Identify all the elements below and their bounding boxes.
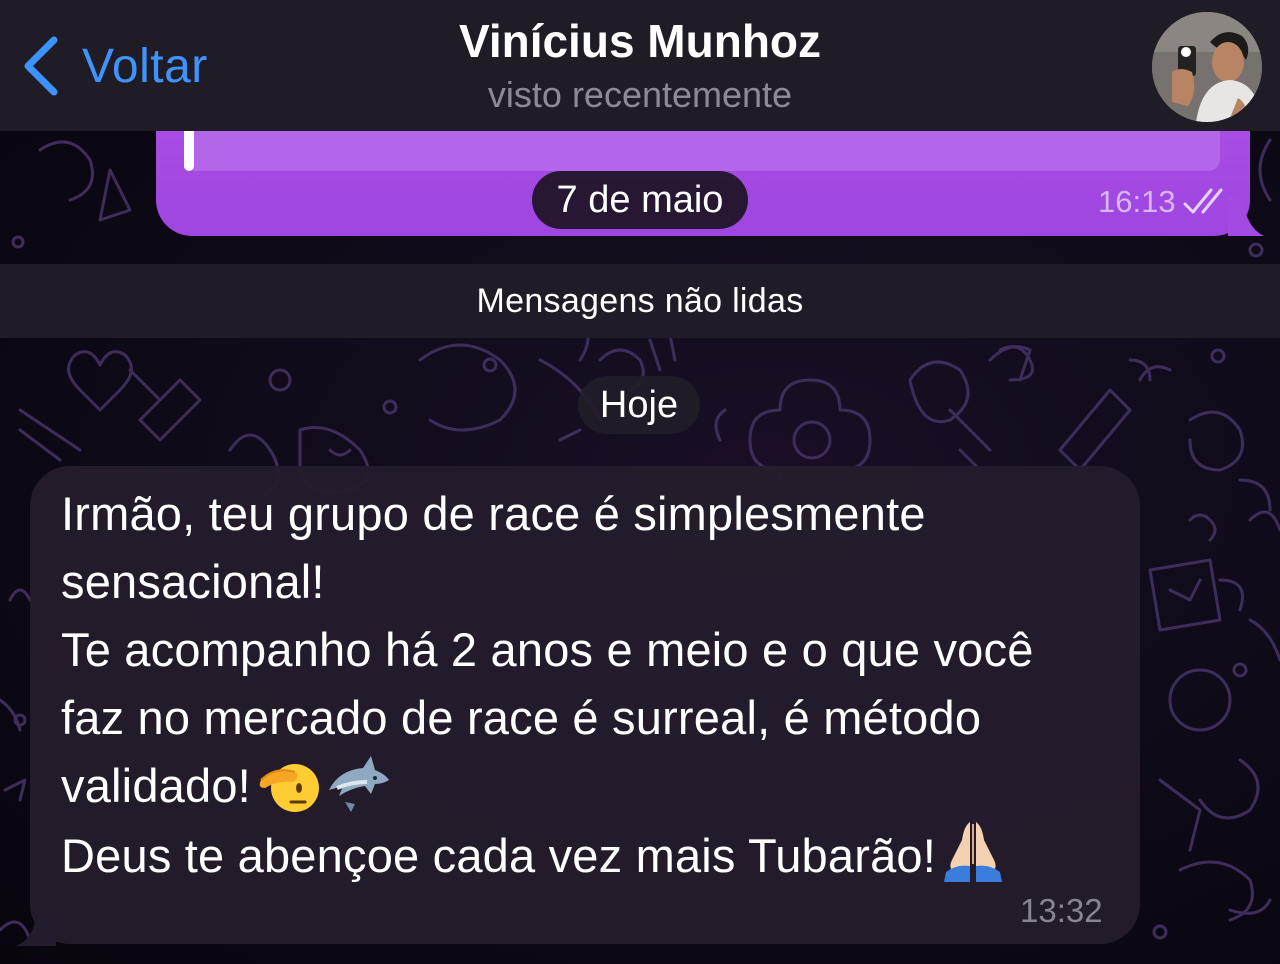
message-line-with-emoji: Deus te abençoe cada vez mais Tubarão! [61, 820, 1121, 890]
incoming-message-text: Irmão, teu grupo de race é simplesmente … [61, 480, 1121, 890]
back-button[interactable]: Voltar [20, 28, 208, 104]
saluting-face-emoji-icon [259, 764, 319, 812]
outgoing-message-time: 16:13 [1098, 184, 1176, 219]
message-line-with-emoji: validado! [61, 752, 1121, 820]
message-line: validado! [61, 759, 251, 812]
date-separator-today: Hoje [578, 376, 700, 434]
incoming-bubble-tail [16, 904, 56, 946]
unread-messages-divider: Mensagens não lidas [0, 264, 1280, 338]
message-line: Irmão, teu grupo de race é simplesmente [61, 487, 926, 540]
quoted-message-block[interactable] [184, 131, 1220, 171]
shark-emoji-icon [328, 756, 389, 812]
message-line: faz no mercado de race é surreal, é méto… [61, 691, 982, 744]
chat-header: Voltar Vinícius Munhoz visto recentement… [0, 0, 1280, 131]
avatar-photo [1152, 12, 1262, 122]
message-line: sensacional! [61, 555, 325, 608]
message-line: Te acompanho há 2 anos e meio e o que vo… [61, 623, 1034, 676]
outgoing-bubble-tail [1228, 196, 1264, 236]
folded-hands-emoji-icon [944, 822, 1003, 882]
quote-accent-bar [184, 131, 194, 171]
incoming-message-time: 13:32 [1020, 892, 1103, 929]
contact-avatar[interactable] [1152, 12, 1262, 122]
chat-screen: 16:13 7 de maio Mensagens não lidas Hoje… [0, 0, 1280, 964]
contact-name[interactable]: Vinícius Munhoz [340, 14, 940, 68]
back-button-label: Voltar [82, 39, 208, 93]
message-line: Deus te abençoe cada vez mais Tubarão! [61, 829, 937, 882]
chevron-left-icon [24, 36, 58, 96]
contact-last-seen-status: visto recentemente [487, 74, 793, 115]
date-separator-previous: 7 de maio [532, 171, 748, 229]
read-double-check-icon [1183, 188, 1223, 214]
